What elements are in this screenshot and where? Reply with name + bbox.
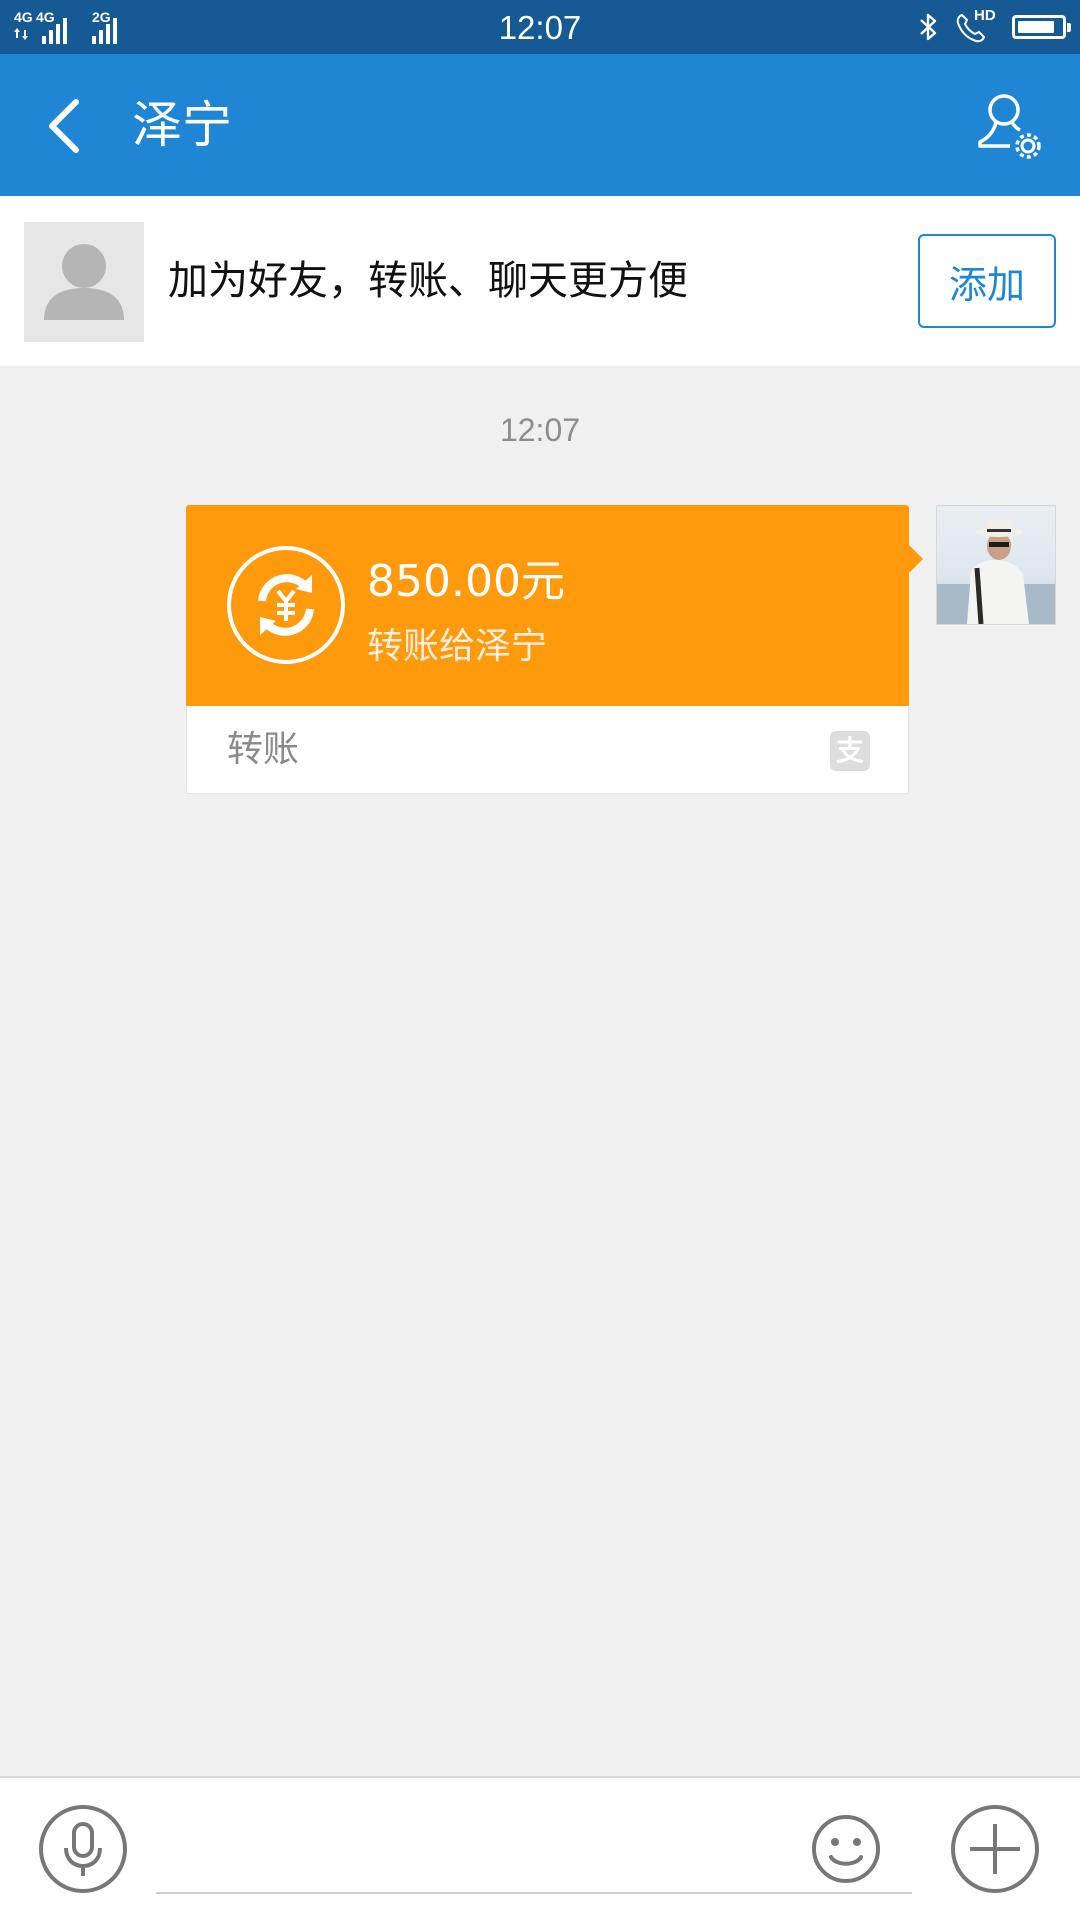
hd-call-icon: HD: [954, 7, 1000, 45]
message-input-bar: [0, 1776, 1080, 1920]
transfer-amount: 850.00元: [367, 556, 565, 607]
microphone-icon: [39, 1805, 127, 1893]
transfer-type-label: 转账: [227, 729, 300, 770]
transfer-card-header[interactable]: 850.00元 转账给泽宁: [186, 505, 923, 706]
add-friend-prompt: 加为好友，转账、聊天更方便: [168, 258, 688, 304]
battery-icon: [1012, 15, 1071, 39]
message-timestamp: 12:07: [499, 412, 581, 448]
voice-input-button[interactable]: [38, 1804, 128, 1894]
alipay-icon: 支: [830, 731, 870, 771]
add-friend-banner: 加为好友，转账、聊天更方便 添加: [0, 196, 1080, 366]
yuan-transfer-icon: [227, 546, 345, 664]
smiley-icon: [812, 1815, 880, 1883]
bubble-pointer: [909, 545, 923, 573]
transfer-card-footer: 转账 支: [186, 706, 909, 794]
contact-avatar[interactable]: [24, 222, 144, 342]
more-actions-button[interactable]: [950, 1804, 1040, 1894]
hd-label: HD: [974, 7, 996, 24]
add-friend-button[interactable]: 添加: [918, 234, 1056, 328]
plus-icon: [951, 1805, 1039, 1893]
battery-level: [1018, 21, 1054, 33]
status-bar: 4G 4G 2G 12:07 HD: [0, 0, 1080, 54]
back-button[interactable]: [28, 90, 100, 162]
page-title: 泽宁: [132, 96, 232, 154]
user-settings-icon: [978, 94, 1041, 159]
transfer-message-card[interactable]: 850.00元 转账给泽宁 转账 支: [186, 505, 923, 794]
chevron-left-icon: [49, 99, 79, 153]
emoji-button[interactable]: [810, 1806, 882, 1892]
title-bar: 泽宁: [0, 54, 1080, 196]
my-avatar[interactable]: [936, 505, 1056, 625]
bluetooth-icon: [920, 13, 937, 41]
default-avatar-icon: [44, 244, 124, 320]
user-photo-avatar: [937, 506, 1055, 624]
transfer-description: 转账给泽宁: [367, 626, 548, 667]
message-input[interactable]: [156, 1808, 912, 1894]
chat-settings-button[interactable]: [974, 90, 1050, 162]
